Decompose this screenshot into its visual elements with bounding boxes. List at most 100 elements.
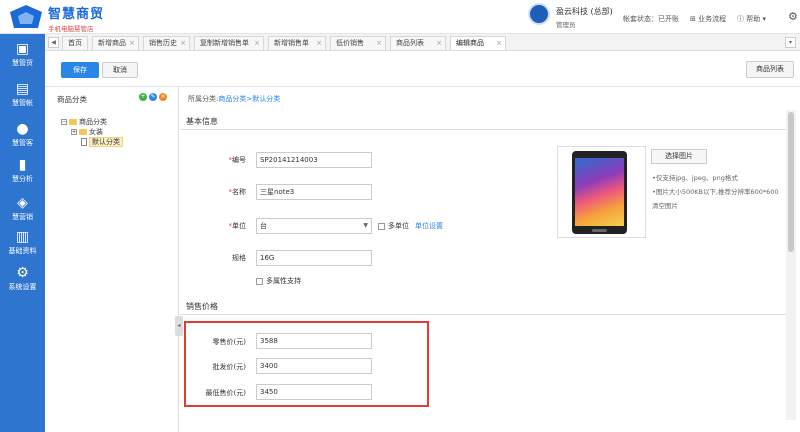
ledger-icon: ▤ [15,81,30,97]
tab-new-goods[interactable]: 新增商品 × [92,36,139,50]
close-icon[interactable]: × [316,37,322,50]
brand: 智慧商贸 手机电脑慧管店 [48,3,104,33]
delete-icon[interactable]: × [159,93,167,101]
tab-sales-history[interactable]: 销售历史 × [143,36,190,50]
breadcrumb-path[interactable]: 商品分类>默认分类 [218,95,280,103]
scrollbar-thumb[interactable] [788,112,794,252]
tab-scroll-left-icon[interactable]: ◀ [48,37,59,48]
toolbar: 保存 取消 商品列表 [45,51,800,87]
retail-price-label: 零售价(元) [212,338,246,346]
sidebar-item-goods[interactable]: ▣ 慧管货 [0,36,45,72]
close-icon[interactable]: × [254,37,260,50]
section-basic-info: 基本信息 [180,114,786,130]
sidebar-item-settings[interactable]: ⚙ 系统设置 [0,260,45,296]
sidebar-item-marketing[interactable]: ◈ 慧营销 [0,190,45,226]
tree-node-default[interactable]: 默认分类 [61,137,123,147]
sidebar-item-label: 系统设置 [8,283,37,291]
retail-price-field[interactable]: 3588 [256,333,372,349]
sidebar-item-analysis[interactable]: ▮ 慧分析 [0,152,45,188]
chevron-down-icon: ▼ [363,222,368,229]
tab-edit-goods[interactable]: 编辑商品 × [450,36,506,50]
tab-bar: ◀ 首页 新增商品 × 销售历史 × 复制新增销售单 × 新增销售单 × 低价销售 × 商… [45,34,800,51]
cancel-button[interactable]: 取消 [102,62,138,78]
analysis-icon: ▮ [18,157,27,173]
edit-icon[interactable]: ✎ [149,93,157,101]
tab-label: 低价销售 [336,39,364,47]
phone-home-bar [592,229,607,232]
spec-field[interactable]: 16G [256,250,372,266]
unit-value: 台 [260,222,267,230]
basic-data-icon: ▥ [15,229,30,245]
wholesale-price-label: 批发价(元) [212,363,246,371]
multi-unit-label: 多单位 [388,222,409,230]
close-icon[interactable]: × [496,37,502,50]
wholesale-price-field[interactable]: 3400 [256,358,372,374]
tree-node-women[interactable]: + 女装 [61,127,123,137]
multi-attr-label: 多属性支持 [266,277,301,285]
tree-node-label: 女装 [89,128,103,136]
multi-unit-checkbox[interactable] [378,222,385,230]
tree-node-root[interactable]: − 商品分类 [61,117,123,127]
add-icon[interactable]: + [139,93,147,101]
close-icon[interactable]: × [129,37,135,50]
marketing-icon: ◈ [17,195,28,211]
label-text: 编号 [232,156,246,164]
help-icon: ⓘ [737,15,747,23]
sidebar: ▣ 慧管货 ▤ 慧管帐 ● 慧管客 ▮ 慧分析 ◈ 慧营销 ▥ 基础资料 ⚙ 系… [0,34,45,432]
collapse-icon[interactable]: − [61,119,67,125]
sidebar-item-label: 慧管客 [12,139,33,147]
sidebar-item-label: 慧分析 [12,175,33,183]
tab-label: 商品列表 [396,39,424,47]
tab-label: 编辑商品 [456,39,484,47]
logo-icon [10,5,42,28]
account-status: 帐套状态：已开账 [623,15,679,23]
help-label: 帮助 [746,15,761,23]
expand-icon[interactable]: + [71,129,77,135]
chevron-down-icon: ▾ [760,15,766,23]
brand-title: 智慧商贸 [48,7,105,22]
help-menu[interactable]: ⓘ 帮助 ▾ [737,14,766,24]
close-icon[interactable]: × [180,37,186,50]
name-field[interactable]: 三星note3 [256,184,372,200]
save-button[interactable]: 保存 [61,62,99,78]
category-actions: + ✎ × [139,92,169,101]
flow-link[interactable]: ⊞ 业务流程 [690,14,726,24]
tab-low-price-sales[interactable]: 低价销售 × [330,36,386,50]
min-price-field[interactable]: 3450 [256,384,372,400]
multi-attr-checkbox[interactable] [256,277,263,285]
image-format-note: •仅支持jpg、jpeg、png格式 [652,174,738,182]
sidebar-item-customers[interactable]: ● 慧管客 [0,116,45,152]
tab-menu-chevron-icon[interactable]: ▾ [785,37,796,48]
unit-select[interactable]: 台 ▼ [256,218,372,234]
close-icon[interactable]: × [376,37,382,50]
tab-goods-list[interactable]: 商品列表 × [390,36,446,50]
spec-label: 规格 [232,254,246,262]
user-role: 管理员 [556,21,576,29]
tab-copy-new-sales[interactable]: 复制新增销售单 × [194,36,264,50]
multi-unit-option[interactable]: 多单位 单位设置 [378,221,443,231]
tab-new-sales[interactable]: 新增销售单 × [268,36,326,50]
breadcrumb-prefix: 所属分类: [188,95,219,103]
gear-icon[interactable]: ⚙ [788,10,798,23]
goods-list-button[interactable]: 商品列表 [746,61,794,78]
close-icon[interactable]: × [436,37,442,50]
sidebar-item-label: 慧营销 [12,213,33,221]
label-text: 名称 [232,188,246,196]
code-field[interactable]: SP20141214003 [256,152,372,168]
min-price-label: 最低售价(元) [205,389,246,397]
tab-label: 复制新增销售单 [200,39,249,47]
section-sales-price: 销售价格 [180,299,786,315]
sidebar-item-ledger[interactable]: ▤ 慧管帐 [0,76,45,112]
clear-image-link[interactable]: 清空图片 [652,200,678,210]
company-name[interactable]: 盈云科技 (总部) [556,6,613,17]
sidebar-item-basic-data[interactable]: ▥ 基础资料 [0,224,45,260]
breadcrumb: 所属分类:商品分类>默认分类 [188,94,280,104]
settings-icon: ⚙ [16,265,29,281]
company-avatar[interactable] [528,3,550,25]
flow-label: 业务流程 [698,15,727,23]
tab-home[interactable]: 首页 [62,36,88,50]
unit-settings-link[interactable]: 单位设置 [415,222,443,230]
multi-attr-option[interactable]: 多属性支持 [256,276,301,286]
folder-icon [69,119,77,125]
choose-image-button[interactable]: 选择图片 [651,149,707,164]
